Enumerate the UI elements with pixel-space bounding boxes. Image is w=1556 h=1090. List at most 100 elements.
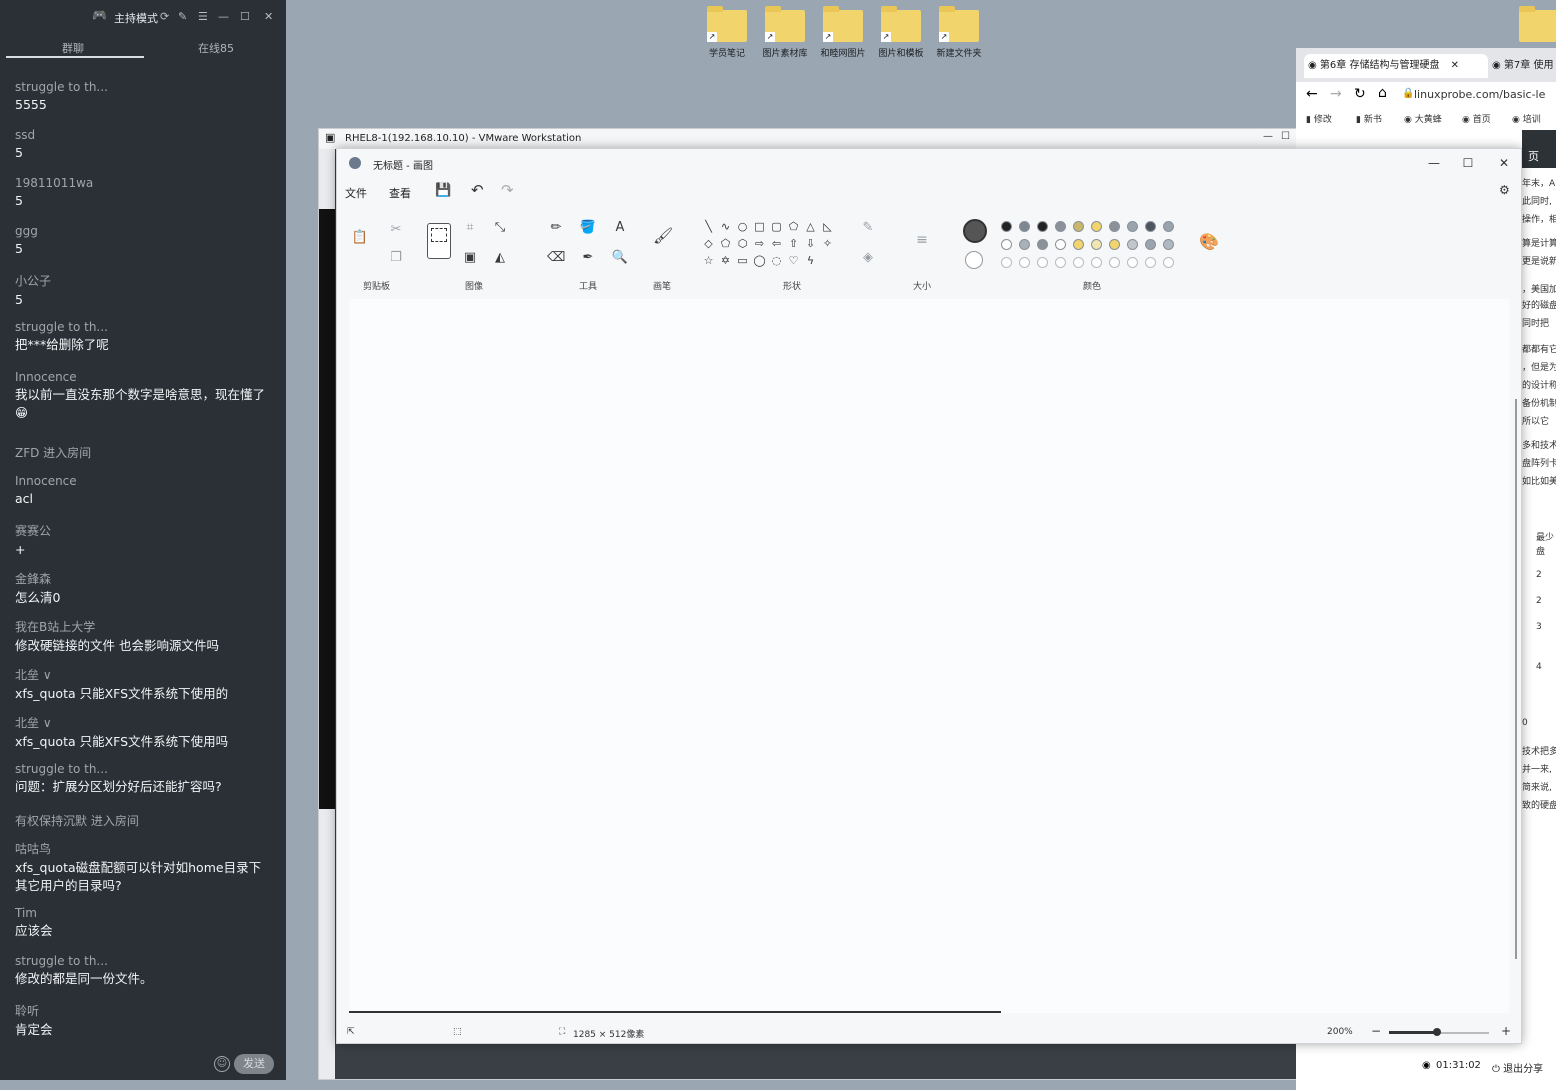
rectangle-shape-icon[interactable]: □: [752, 219, 767, 234]
polygon-shape-icon[interactable]: ⬠: [786, 219, 801, 234]
paint-titlebar[interactable]: 无标题 - 画图 — ☐ ✕: [337, 149, 1521, 177]
rotate-icon[interactable]: ◭: [491, 249, 509, 267]
curve-shape-icon[interactable]: ∿: [718, 219, 733, 234]
stop-share-button[interactable]: ⏻ 退出分享: [1492, 1060, 1543, 1075]
callout-rect-shape-icon[interactable]: ▭: [735, 253, 750, 268]
zoom-out-icon[interactable]: −: [1371, 1024, 1381, 1038]
home-icon[interactable]: ⌂: [1378, 85, 1387, 101]
minimize-icon[interactable]: —: [218, 10, 229, 23]
callout-cloud-shape-icon[interactable]: ◌: [769, 253, 784, 268]
forward-icon[interactable]: →: [1330, 86, 1342, 102]
cut-icon[interactable]: ✂: [387, 221, 405, 239]
reload-icon[interactable]: ↻: [1354, 86, 1366, 102]
minimize-icon[interactable]: —: [1263, 131, 1273, 142]
vmware-titlebar[interactable]: ▣ RHEL8-1(192.168.10.10) - VMware Workst…: [319, 129, 1297, 149]
pencil-icon[interactable]: ✏: [547, 219, 565, 237]
empty-color-slot[interactable]: [1073, 257, 1084, 268]
empty-color-slot[interactable]: [1163, 257, 1174, 268]
pentagon-shape-icon[interactable]: ⬠: [718, 236, 733, 251]
copy-icon[interactable]: ❐: [387, 249, 405, 267]
eraser-icon[interactable]: ⌫: [547, 249, 565, 267]
color-swatch[interactable]: [1055, 221, 1066, 232]
image-select-icon[interactable]: ▣: [461, 249, 479, 267]
save-icon[interactable]: 💾: [435, 183, 451, 198]
browser-tab[interactable]: ◉ 第7章 使用: [1492, 54, 1553, 78]
close-button[interactable]: ✕: [1487, 153, 1521, 173]
size-icon[interactable]: ≡: [913, 231, 931, 249]
color-swatch[interactable]: [1037, 239, 1048, 250]
color-swatch[interactable]: [1055, 239, 1066, 250]
empty-color-slot[interactable]: [1145, 257, 1156, 268]
color1-swatch[interactable]: [963, 219, 987, 243]
edit-colors-icon[interactable]: 🎨: [1199, 233, 1219, 251]
maximize-icon[interactable]: ☐: [1281, 131, 1290, 142]
desktop-folder[interactable]: ↗ 和睦网图片: [816, 6, 870, 59]
color-swatch[interactable]: [1127, 221, 1138, 232]
desktop-folder[interactable]: ↗ 图片素材库: [758, 6, 812, 59]
line-shape-icon[interactable]: ╲: [701, 219, 716, 234]
color-swatch[interactable]: [1019, 221, 1030, 232]
empty-color-slot[interactable]: [1055, 257, 1066, 268]
color-swatch[interactable]: [1091, 239, 1102, 250]
desktop-folder[interactable]: ↗ 新建文件夹: [932, 6, 986, 59]
color-swatch[interactable]: [1037, 221, 1048, 232]
desktop-folder[interactable]: ↗ 图片和模板: [874, 6, 928, 59]
heart-shape-icon[interactable]: ♡: [786, 253, 801, 268]
color-palette[interactable]: [1001, 221, 1181, 273]
maximize-button[interactable]: ☐: [1451, 153, 1485, 173]
menu-file[interactable]: 文件: [345, 185, 367, 201]
lightning-shape-icon[interactable]: ϟ: [803, 253, 818, 268]
arrow-up-shape-icon[interactable]: ⇧: [786, 236, 801, 251]
color-swatch[interactable]: [1073, 239, 1084, 250]
emoji-icon[interactable]: ☺: [214, 1056, 230, 1072]
star4-shape-icon[interactable]: ✧: [820, 236, 835, 251]
refresh-icon[interactable]: ⟳: [160, 10, 169, 23]
bookmark-item[interactable]: ▮ 新书: [1356, 112, 1382, 125]
triangle-shape-icon[interactable]: △: [803, 219, 818, 234]
color-swatch[interactable]: [1145, 221, 1156, 232]
rounded-rect-shape-icon[interactable]: ▢: [769, 219, 784, 234]
send-button[interactable]: 发送: [234, 1054, 274, 1074]
color-swatch[interactable]: [1127, 239, 1138, 250]
resize-icon[interactable]: ⤡: [491, 219, 509, 237]
color-swatch[interactable]: [1163, 221, 1174, 232]
menu-view[interactable]: 查看: [389, 185, 411, 201]
vertical-scrollbar[interactable]: [1515, 399, 1517, 959]
arrow-down-shape-icon[interactable]: ⇩: [803, 236, 818, 251]
oval-shape-icon[interactable]: ○: [735, 219, 750, 234]
close-tab-icon[interactable]: ✕: [1451, 60, 1459, 71]
bookmark-item[interactable]: ◉ 大黄蜂: [1404, 112, 1442, 125]
color-swatch[interactable]: [1001, 239, 1012, 250]
color-swatch[interactable]: [1073, 221, 1084, 232]
callout-oval-shape-icon[interactable]: ◯: [752, 253, 767, 268]
back-icon[interactable]: ←: [1306, 86, 1318, 102]
hexagon-shape-icon[interactable]: ⬡: [735, 236, 750, 251]
browser-tab-active[interactable]: ◉ 第6章 存储结构与管理硬盘 ✕: [1304, 54, 1488, 78]
star6-shape-icon[interactable]: ✡: [718, 253, 733, 268]
vm-console[interactable]: [319, 209, 335, 809]
url-input[interactable]: linuxprobe.com/basic-le: [1414, 88, 1545, 101]
text-icon[interactable]: A: [611, 219, 629, 237]
color2-swatch[interactable]: [965, 251, 983, 269]
right-triangle-shape-icon[interactable]: ◺: [820, 219, 835, 234]
paint-window[interactable]: 无标题 - 画图 — ☐ ✕ 文件 查看 💾 ↶ ↷ ⚙ 📋 ✂ ❐ 剪贴板 ⌗…: [336, 148, 1522, 1044]
color-picker-icon[interactable]: ✒: [579, 249, 597, 267]
empty-color-slot[interactable]: [1109, 257, 1120, 268]
magnifier-icon[interactable]: 🔍: [611, 249, 629, 267]
color-swatch[interactable]: [1145, 239, 1156, 250]
bookmark-item[interactable]: ◉ 首页: [1462, 112, 1491, 125]
message-list[interactable]: struggle to th... 5555 ssd 5 19811011wa 5 g…: [0, 56, 286, 1046]
color-swatch[interactable]: [1109, 221, 1120, 232]
color-swatch[interactable]: [1109, 239, 1120, 250]
redo-icon[interactable]: ↷: [501, 181, 514, 199]
undo-icon[interactable]: ↶: [471, 181, 484, 199]
host-mode-label[interactable]: 主持模式: [114, 10, 158, 26]
edit-icon[interactable]: ✎: [178, 10, 187, 23]
star5-shape-icon[interactable]: ☆: [701, 253, 716, 268]
color-swatch[interactable]: [1019, 239, 1030, 250]
empty-color-slot[interactable]: [1127, 257, 1138, 268]
menu-icon[interactable]: ☰: [198, 10, 208, 23]
maximize-icon[interactable]: ☐: [240, 10, 250, 23]
empty-color-slot[interactable]: [1091, 257, 1102, 268]
minimize-button[interactable]: —: [1417, 153, 1451, 173]
